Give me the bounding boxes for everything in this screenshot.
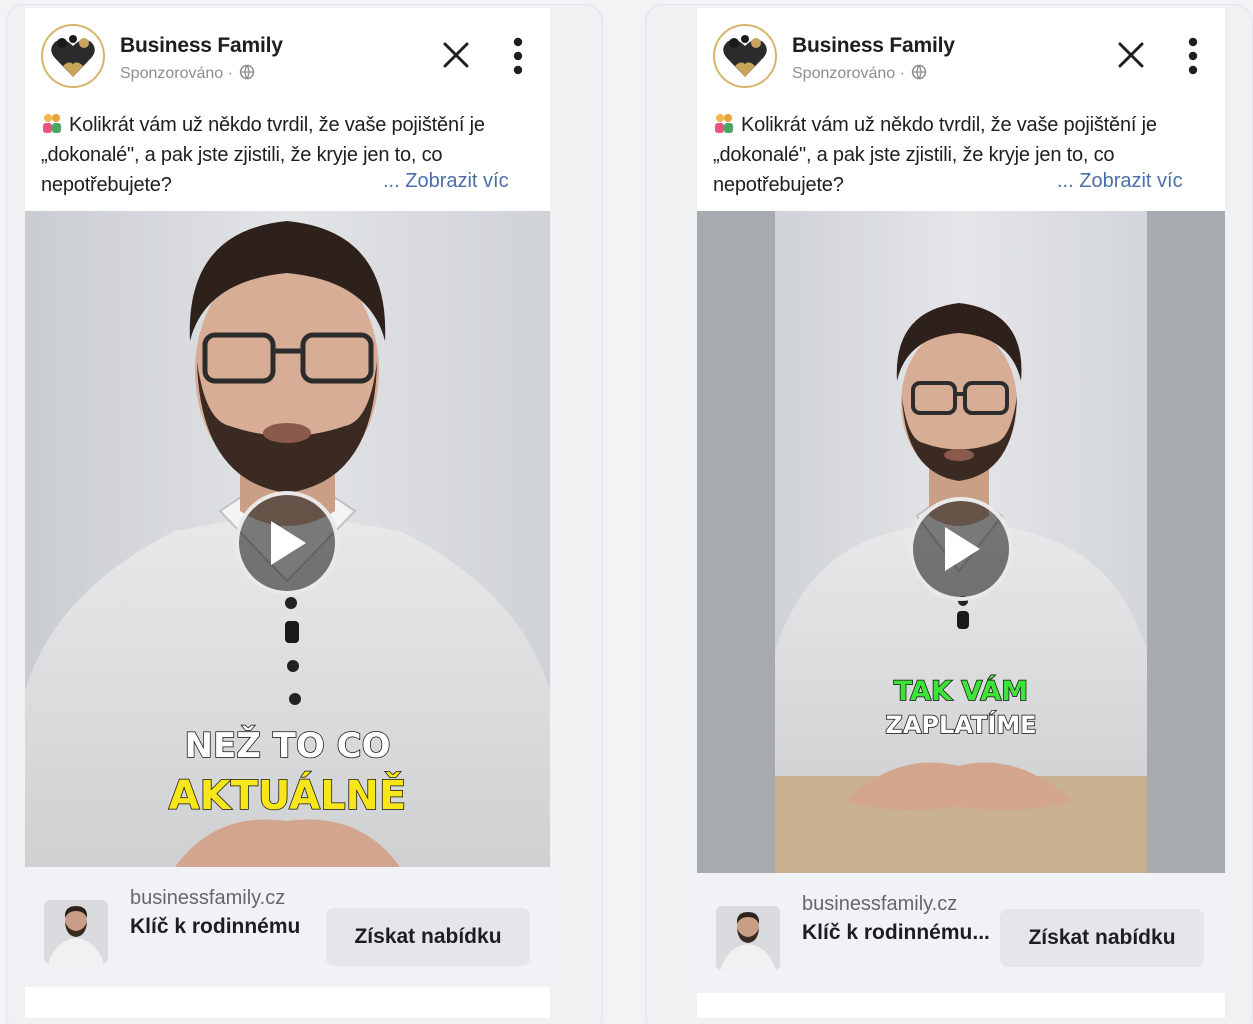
page-avatar[interactable] (41, 24, 105, 88)
globe-icon (912, 64, 927, 80)
video-subtitle-line-2: AKTUÁLNĚ (168, 772, 407, 820)
ad-card-1: Business Family Sponzorováno · Kolikrát … (25, 8, 550, 1018)
get-offer-button[interactable]: Získat nabídku (326, 908, 530, 966)
sponsored-label: Sponzorováno · (792, 64, 927, 83)
close-icon (443, 42, 469, 68)
globe-icon (240, 64, 255, 80)
ad-video[interactable]: TAK VÁM ZAPLATÍME (697, 211, 1225, 873)
business-family-logo-icon (51, 35, 95, 77)
ad-headline: Klíč k rodinnému (130, 915, 301, 938)
ad-domain: businessfamily.cz (130, 887, 286, 909)
play-icon (271, 521, 306, 565)
get-offer-button[interactable]: Získat nabídku (1000, 909, 1204, 967)
play-icon (945, 527, 980, 571)
sponsored-text: Sponzorováno · (120, 65, 233, 82)
sponsored-text: Sponzorováno · (792, 65, 905, 82)
ad-thumbnail (44, 900, 108, 964)
close-ad-button[interactable] (1114, 38, 1148, 72)
ad-headline: Klíč k rodinnému... (802, 921, 990, 944)
page-name[interactable]: Business Family (120, 34, 283, 58)
ad-video[interactable]: NEŽ TO CO AKTUÁLNĚ (25, 211, 550, 867)
ad-domain: businessfamily.cz (802, 893, 958, 915)
ad-thumbnail (716, 906, 780, 970)
page-name[interactable]: Business Family (792, 34, 955, 58)
people-emoji-icon (43, 114, 61, 133)
video-subtitle-line-2: ZAPLATÍME (885, 710, 1038, 740)
see-more-link[interactable]: ... Zobrazit víc (383, 170, 509, 193)
see-more-link[interactable]: ... Zobrazit víc (1057, 170, 1183, 193)
more-options-icon (1188, 37, 1198, 75)
close-icon (1118, 42, 1144, 68)
more-options-button[interactable] (508, 36, 528, 76)
video-subtitle-line-1: NEŽ TO CO (184, 725, 391, 767)
ad-footer[interactable]: businessfamily.cz Klíč k rodinnému... Zí… (697, 873, 1225, 993)
play-button[interactable] (235, 491, 339, 595)
people-emoji-icon (715, 114, 733, 133)
close-ad-button[interactable] (439, 38, 473, 72)
play-button[interactable] (909, 497, 1013, 601)
ad-footer[interactable]: businessfamily.cz Klíč k rodinnému Získa… (25, 867, 550, 987)
ad-card-2: Business Family Sponzorováno · Kolikrát … (697, 8, 1225, 1018)
more-options-icon (513, 37, 523, 75)
video-subtitle-line-1: TAK VÁM (893, 675, 1029, 708)
ad-header: Business Family Sponzorováno · (697, 8, 1225, 104)
ad-header: Business Family Sponzorováno · (25, 8, 550, 104)
sponsored-label: Sponzorováno · (120, 64, 255, 83)
page-avatar[interactable] (713, 24, 777, 88)
business-family-logo-icon (723, 35, 767, 77)
more-options-button[interactable] (1183, 36, 1203, 76)
